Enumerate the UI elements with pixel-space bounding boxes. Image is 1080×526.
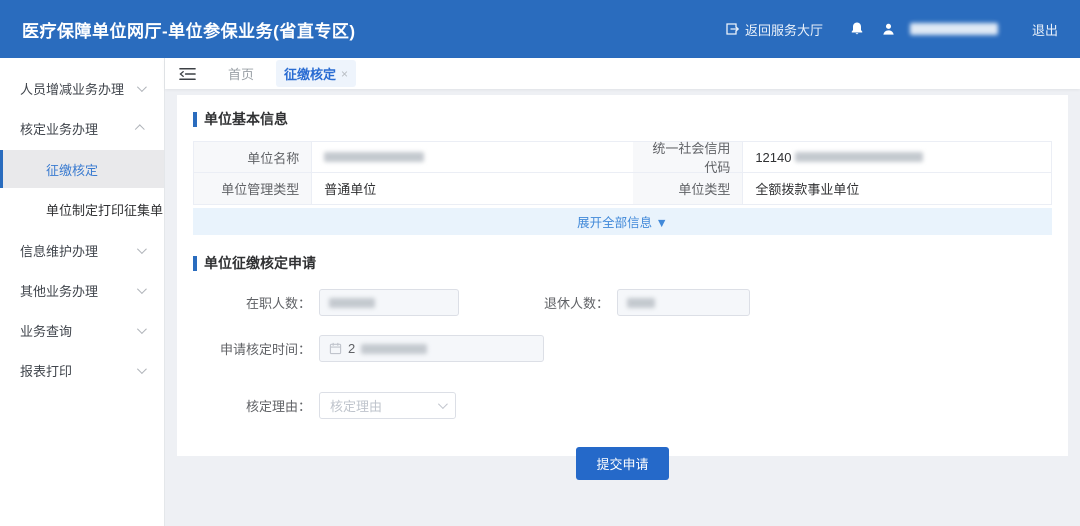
user-icon <box>881 22 896 37</box>
employed-count-label: 在职人数： <box>193 293 311 312</box>
redacted-value <box>329 298 375 308</box>
submit-application-button[interactable]: 提交申请 <box>576 447 668 480</box>
expand-all-info-link[interactable]: 展开全部信息 ▼ <box>193 208 1052 235</box>
basic-info-table: 单位名称 统一社会信用代码 12140 单位管理类型 普通单位 单位类型 全额拨… <box>193 141 1052 205</box>
chevron-up-icon <box>135 124 145 134</box>
redacted-value <box>627 298 655 308</box>
bell-icon <box>849 21 865 37</box>
credit-code-label: 统一社会信用代码 <box>633 142 744 173</box>
sidebar-item-label: 其他业务办理 <box>20 281 98 300</box>
sidebar-subitem-label: 征缴核定 <box>46 160 98 179</box>
unit-type-label: 单位类型 <box>633 173 744 204</box>
chevron-down-icon <box>137 324 147 334</box>
redacted-value <box>361 344 427 354</box>
apply-form-title: 单位征缴核定申请 <box>193 253 1052 273</box>
collapse-menu-icon[interactable] <box>179 67 196 81</box>
sidebar-item-label: 信息维护办理 <box>20 241 98 260</box>
redacted-value <box>324 152 424 162</box>
tab-levy-assessment[interactable]: 征缴核定 × <box>276 60 356 87</box>
credit-code-value: 12140 <box>743 142 1051 173</box>
app-header: 医疗保障单位网厅-单位参保业务(省直专区) 返回服务大厅 <box>0 0 1080 58</box>
sidebar: 人员增减业务办理 核定业务办理 征缴核定 单位制定打印征集单 信息维护办理 其他… <box>0 58 165 526</box>
username-redacted <box>910 23 998 35</box>
tab-bar: 首页 征缴核定 × <box>165 58 1080 89</box>
sidebar-item-label: 核定业务办理 <box>20 119 98 138</box>
tab-label: 征缴核定 <box>284 64 336 83</box>
sidebar-item-personnel-change[interactable]: 人员增减业务办理 <box>0 68 164 108</box>
chevron-down-icon <box>137 82 147 92</box>
calendar-icon <box>329 342 342 355</box>
app-title: 医疗保障单位网厅-单位参保业务(省直专区) <box>22 17 355 42</box>
chevron-down-icon <box>137 364 147 374</box>
sidebar-item-other-business[interactable]: 其他业务办理 <box>0 270 164 310</box>
chevron-down-icon <box>438 399 448 409</box>
retired-count-input[interactable] <box>617 289 750 316</box>
retired-count-label: 退休人数： <box>459 293 609 312</box>
sidebar-subitem-levy-assessment[interactable]: 征缴核定 <box>0 150 164 188</box>
employed-count-input[interactable] <box>319 289 459 316</box>
reason-placeholder: 核定理由 <box>330 396 382 415</box>
chevron-down-icon <box>137 244 147 254</box>
return-service-hall-label: 返回服务大厅 <box>745 20 823 39</box>
chevron-down-icon <box>137 284 147 294</box>
sidebar-item-label: 报表打印 <box>20 361 72 380</box>
unit-mgmt-type-value: 普通单位 <box>312 173 633 204</box>
sidebar-item-business-query[interactable]: 业务查询 <box>0 310 164 350</box>
user-account[interactable] <box>881 22 998 37</box>
content-card: 单位基本信息 单位名称 统一社会信用代码 12140 单位管理类型 普通单位 单… <box>177 95 1068 456</box>
sidebar-item-assessment[interactable]: 核定业务办理 <box>0 108 164 148</box>
credit-code-prefix: 12140 <box>755 150 791 165</box>
logout-label: 退出 <box>1032 20 1058 39</box>
sidebar-subitem-print-collection-form[interactable]: 单位制定打印征集单 <box>0 190 164 228</box>
unit-name-value <box>312 142 633 173</box>
sidebar-subitem-label: 单位制定打印征集单 <box>46 200 163 219</box>
reason-select[interactable]: 核定理由 <box>319 392 456 419</box>
return-service-hall-button[interactable]: 返回服务大厅 <box>725 20 823 39</box>
reason-label: 核定理由： <box>193 396 311 415</box>
sidebar-item-label: 人员增减业务办理 <box>20 79 124 98</box>
sidebar-item-report-print[interactable]: 报表打印 <box>0 350 164 390</box>
unit-mgmt-type-label: 单位管理类型 <box>194 173 312 204</box>
sidebar-item-info-maintenance[interactable]: 信息维护办理 <box>0 230 164 270</box>
apply-time-input[interactable]: 2 <box>319 335 544 362</box>
sidebar-item-label: 业务查询 <box>20 321 72 340</box>
basic-info-title: 单位基本信息 <box>193 109 1052 129</box>
tab-label: 首页 <box>228 64 254 83</box>
logout-button[interactable]: 退出 <box>1032 20 1058 39</box>
unit-name-label: 单位名称 <box>194 142 312 173</box>
apply-time-label: 申请核定时间： <box>193 339 311 358</box>
redacted-value <box>795 152 923 162</box>
close-tab-icon[interactable]: × <box>341 67 348 81</box>
tab-home[interactable]: 首页 <box>220 60 262 87</box>
return-icon <box>725 22 739 36</box>
apply-time-prefix: 2 <box>348 341 355 356</box>
apply-form: 在职人数： 退休人数： 申请核定时间： <box>193 289 1052 480</box>
notification-button[interactable] <box>849 21 865 37</box>
unit-type-value: 全额拨款事业单位 <box>743 173 1051 204</box>
